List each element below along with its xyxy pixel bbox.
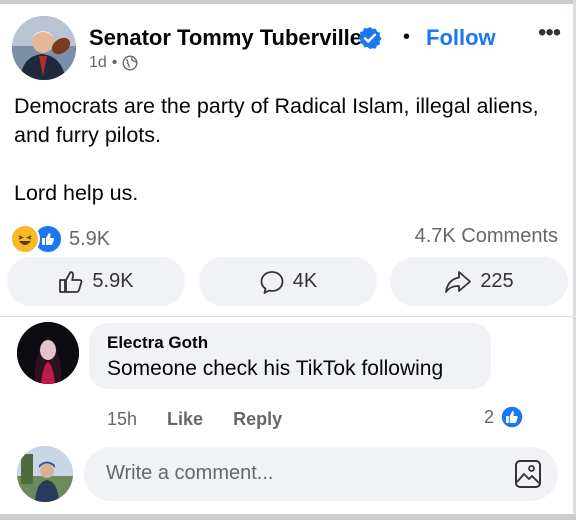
post-text: Democrats are the party of Radical Islam… (14, 92, 564, 208)
post-time[interactable]: 1d (89, 54, 107, 72)
comment-input-placeholder: Write a comment... (106, 462, 274, 484)
reaction-summary[interactable]: 5.9K (10, 224, 110, 254)
photo-icon[interactable] (514, 459, 542, 489)
comment-text: Someone check his TikTok following (107, 357, 444, 380)
comment-reaction-count: 2 (484, 406, 495, 427)
post-text-line: Lord help us. (14, 181, 139, 205)
share-count: 225 (480, 270, 514, 292)
follow-button[interactable]: Follow (426, 25, 496, 51)
comment-bubble: Electra Goth Someone check his TikTok fo… (89, 323, 491, 389)
more-options-icon[interactable]: ••• (538, 21, 561, 45)
commenter-name[interactable]: Electra Goth (107, 333, 208, 353)
header-separator: • (403, 26, 411, 48)
haha-reaction-icon (10, 224, 40, 254)
speech-bubble-icon (260, 270, 284, 294)
share-button[interactable]: 225 (390, 257, 568, 306)
verified-badge-icon (358, 27, 382, 49)
reaction-count: 5.9K (69, 227, 111, 250)
section-divider (0, 316, 573, 317)
post-text-line: and furry pilots. (14, 123, 161, 147)
meta-separator: • (111, 54, 118, 71)
comment-input[interactable]: Write a comment... (84, 447, 558, 501)
comment-time[interactable]: 15h (107, 409, 137, 430)
comment-count: 4K (292, 270, 318, 292)
comment-meta: 15h Like Reply (107, 409, 282, 430)
globe-icon (122, 55, 138, 71)
like-count: 5.9K (92, 270, 134, 292)
comments-count[interactable]: 4.7K Comments (415, 225, 558, 248)
comment-like-button[interactable]: Like (167, 409, 203, 430)
share-arrow-icon (445, 270, 472, 293)
comment-button[interactable]: 4K (199, 257, 377, 306)
bottom-divider (0, 514, 576, 520)
author-avatar[interactable] (12, 16, 76, 80)
commenter-avatar[interactable] (17, 322, 79, 384)
comment-reply-button[interactable]: Reply (233, 409, 282, 430)
comment-reactions[interactable]: 2 (484, 405, 524, 429)
like-reaction-icon (500, 405, 524, 429)
top-divider (0, 0, 576, 4)
author-name[interactable]: Senator Tommy Tuberville (89, 25, 362, 51)
thumbs-up-icon (59, 270, 83, 293)
post-meta: 1d • (89, 54, 138, 72)
post-text-line: Democrats are the party of Radical Islam… (14, 94, 539, 118)
current-user-avatar[interactable] (17, 446, 73, 502)
like-button[interactable]: 5.9K (7, 257, 185, 306)
